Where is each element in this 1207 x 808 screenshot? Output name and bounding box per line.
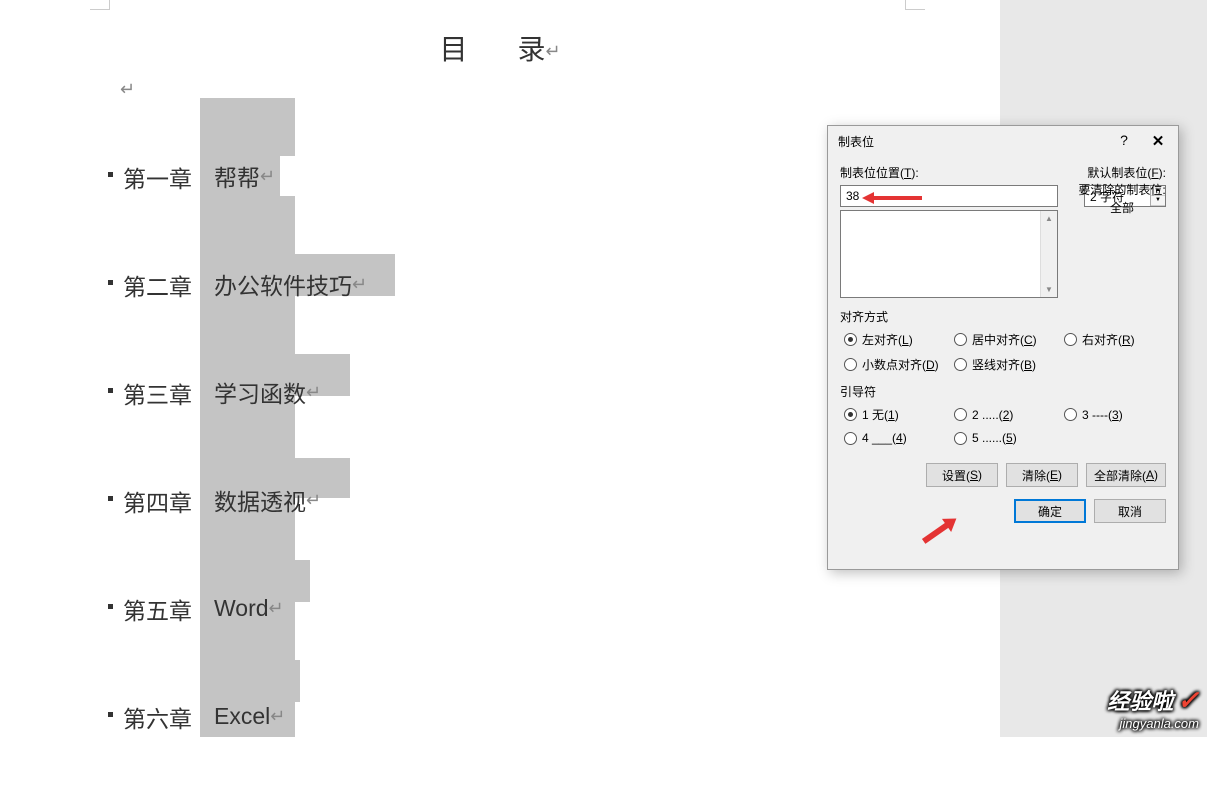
- return-mark-icon: ↵: [306, 490, 321, 511]
- chapter-title: 办公软件技巧: [214, 267, 352, 301]
- leader-radio-group: 1 无(1) 2 .....(2) 3 ----(3) 4 ___(4) 5 .…: [840, 406, 1166, 445]
- dialog-body: 制表位位置(T): 默认制表位(F): ▲ ▼ 2 字符 ▲: [828, 156, 1178, 531]
- default-tab-label: 默认制表位(F):: [1087, 164, 1166, 181]
- toc-item[interactable]: 第二章 办公软件技巧↵: [108, 268, 367, 300]
- bullet-icon: [108, 496, 113, 501]
- bullet-icon: [108, 712, 113, 717]
- checkmark-icon: ✓: [1177, 685, 1199, 716]
- clear-all-button[interactable]: 全部清除(A): [1086, 463, 1166, 487]
- clear-info: 要清除的制表位: 全部: [1078, 181, 1166, 217]
- align-center-radio[interactable]: 居中对齐(C): [954, 331, 1064, 348]
- scroll-down-icon[interactable]: ▼: [1041, 282, 1057, 297]
- bullet-icon: [108, 172, 113, 177]
- return-mark-icon: ↵: [269, 598, 284, 619]
- toc-item[interactable]: 第四章 数据透视↵: [108, 484, 367, 516]
- return-mark-icon: ↵: [120, 79, 135, 99]
- leader-none-radio[interactable]: 1 无(1): [844, 406, 954, 423]
- annotation-arrow-icon: [862, 192, 922, 204]
- align-bar-radio[interactable]: 竖线对齐(B): [954, 356, 1064, 373]
- title-char-2: 录: [517, 34, 545, 65]
- align-decimal-radio[interactable]: 小数点对齐(D): [844, 356, 954, 373]
- close-button[interactable]: ✕: [1148, 132, 1168, 150]
- chapter-title: Excel: [214, 703, 270, 730]
- clear-label: 要清除的制表位:: [1078, 181, 1166, 199]
- align-left-radio[interactable]: 左对齐(L): [844, 331, 954, 348]
- title-char-1: 目: [439, 34, 467, 65]
- clear-button[interactable]: 清除(E): [1006, 463, 1078, 487]
- margin-mark-left: [90, 0, 110, 10]
- chapter-number: 第二章: [123, 266, 192, 302]
- return-mark-icon: ↵: [270, 706, 285, 727]
- leader-section-label: 引导符: [840, 383, 1166, 400]
- return-mark-icon: ↵: [306, 382, 321, 403]
- chapter-number: 第三章: [123, 374, 192, 410]
- chapter-title: Word: [214, 595, 269, 622]
- alignment-radio-group: 左对齐(L) 居中对齐(C) 右对齐(R) 小数点对齐(D) 竖线对齐(B): [840, 331, 1166, 373]
- leader-5-radio[interactable]: 5 ......(5): [954, 431, 1064, 445]
- return-mark-icon: ↵: [260, 166, 275, 187]
- watermark: 经验啦 ✓ jingyanla.com: [1107, 684, 1199, 731]
- help-button[interactable]: ?: [1114, 132, 1134, 150]
- chapter-title: 学习函数: [214, 375, 306, 409]
- set-button[interactable]: 设置(S): [926, 463, 998, 487]
- chapter-number: 第六章: [123, 698, 192, 734]
- tab-position-label: 制表位位置(T):: [840, 164, 919, 181]
- toc-item[interactable]: 第三章 学习函数↵: [108, 376, 367, 408]
- ok-button[interactable]: 确定: [1014, 499, 1086, 523]
- chapter-title: 帮帮: [214, 159, 260, 193]
- toc-item[interactable]: 第一章 帮帮↵: [108, 160, 367, 192]
- tab-stops-listbox[interactable]: ▲ ▼: [840, 210, 1058, 298]
- watermark-text: 经验啦: [1107, 684, 1173, 716]
- leader-2-radio[interactable]: 2 .....(2): [954, 406, 1064, 423]
- bullet-icon: [108, 280, 113, 285]
- bullet-icon: [108, 388, 113, 393]
- empty-paragraph: ↵: [120, 78, 135, 100]
- scroll-up-icon[interactable]: ▲: [1041, 211, 1057, 226]
- chapter-number: 第一章: [123, 158, 192, 194]
- chapter-number: 第四章: [123, 482, 192, 518]
- toc-list: 第一章 帮帮↵ 第二章 办公软件技巧↵ 第三章 学习函数↵ 第四章 数据透视↵: [108, 150, 367, 808]
- dialog-titlebar[interactable]: 制表位 ? ✕: [828, 126, 1178, 156]
- scrollbar[interactable]: ▲ ▼: [1040, 211, 1057, 297]
- clear-value: 全部: [1078, 199, 1166, 217]
- leader-4-radio[interactable]: 4 ___(4): [844, 431, 954, 445]
- alignment-section-label: 对齐方式: [840, 308, 1166, 325]
- watermark-url: jingyanla.com: [1107, 716, 1199, 731]
- toc-item[interactable]: 第五章 Word↵: [108, 592, 367, 624]
- document-title: 目 录↵: [0, 28, 1000, 68]
- cancel-button[interactable]: 取消: [1094, 499, 1166, 523]
- chapter-number: 第五章: [123, 590, 192, 626]
- leader-3-radio[interactable]: 3 ----(3): [1064, 406, 1164, 423]
- return-mark-icon: ↵: [352, 274, 367, 295]
- bullet-icon: [108, 604, 113, 609]
- chapter-title: 数据透视: [214, 483, 306, 517]
- margin-mark-right: [905, 0, 925, 10]
- align-right-radio[interactable]: 右对齐(R): [1064, 331, 1164, 348]
- return-mark-icon: ↵: [545, 41, 560, 61]
- toc-item[interactable]: 第六章 Excel↵: [108, 700, 367, 732]
- dialog-title-text: 制表位: [838, 133, 874, 150]
- selection-highlight: [200, 98, 295, 156]
